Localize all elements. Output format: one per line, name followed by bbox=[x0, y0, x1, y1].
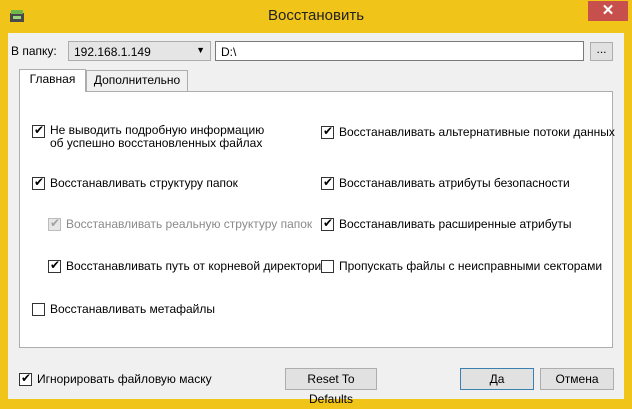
ignore-mask-label: Игнорировать файловую маску bbox=[37, 372, 212, 386]
no-verbose-label-1: Не выводить подробную информацию bbox=[50, 123, 265, 137]
tab-advanced[interactable]: Дополнительно bbox=[86, 70, 188, 91]
no-verbose-label-2: об успешно восстановленных файлах bbox=[50, 136, 263, 150]
restore-metafiles-label: Восстанавливать метафайлы bbox=[50, 302, 215, 316]
path-input[interactable]: D:\ bbox=[215, 41, 584, 61]
reset-defaults-button[interactable]: Reset To Defaults bbox=[285, 368, 377, 406]
restore-ext-attrs-checkbox[interactable] bbox=[321, 216, 334, 231]
restore-metafiles-checkbox[interactable] bbox=[32, 303, 45, 316]
restore-dialog: Восстановить ✕ В папку: 192.168.1.149 ▼ … bbox=[0, 0, 632, 407]
restore-alt-streams-label: Восстанавливать альтернативные потоки да… bbox=[339, 125, 615, 139]
close-button[interactable]: ✕ bbox=[588, 1, 628, 21]
folder-label: В папку: bbox=[11, 44, 57, 58]
restore-root-path-checkbox[interactable] bbox=[48, 258, 61, 273]
options-panel: Не выводить подробную информацию об успе… bbox=[19, 91, 615, 348]
title-bar[interactable]: Восстановить ✕ bbox=[0, 0, 632, 33]
host-value: 192.168.1.149 bbox=[74, 45, 151, 59]
cancel-button[interactable]: Отмена bbox=[540, 368, 614, 390]
restore-ext-attrs-label: Восстанавливать расширенные атрибуты bbox=[339, 217, 572, 231]
ignore-mask-checkbox[interactable] bbox=[19, 371, 32, 386]
tab-main[interactable]: Главная bbox=[19, 69, 86, 92]
skip-bad-sectors-label: Пропускать файлы с неисправными секторам… bbox=[339, 259, 603, 273]
restore-structure-checkbox[interactable] bbox=[32, 175, 45, 190]
window-title: Восстановить bbox=[267, 7, 365, 24]
no-verbose-checkbox[interactable] bbox=[32, 123, 45, 138]
restore-real-structure-checkbox[interactable] bbox=[48, 216, 61, 231]
skip-bad-sectors-checkbox[interactable] bbox=[321, 260, 334, 273]
browse-button[interactable]: ... bbox=[590, 42, 613, 61]
restore-security-label: Восстанавливать атрибуты безопасности bbox=[339, 176, 570, 190]
host-select[interactable]: 192.168.1.149 ▼ bbox=[68, 41, 211, 61]
dropdown-arrow-icon: ▼ bbox=[196, 45, 205, 55]
restore-root-path-label: Восстанавливать путь от корневой директо… bbox=[66, 259, 328, 273]
restore-security-checkbox[interactable] bbox=[321, 175, 334, 190]
restore-structure-label: Восстанавливать структуру папок bbox=[50, 176, 238, 190]
dialog-body: В папку: 192.168.1.149 ▼ D:\ ... Главная… bbox=[8, 33, 624, 406]
ok-button[interactable]: Да bbox=[460, 368, 534, 390]
restore-real-structure-label: Восстанавливать реальную структуру папок bbox=[66, 217, 313, 231]
restore-alt-streams-checkbox[interactable] bbox=[321, 124, 334, 139]
